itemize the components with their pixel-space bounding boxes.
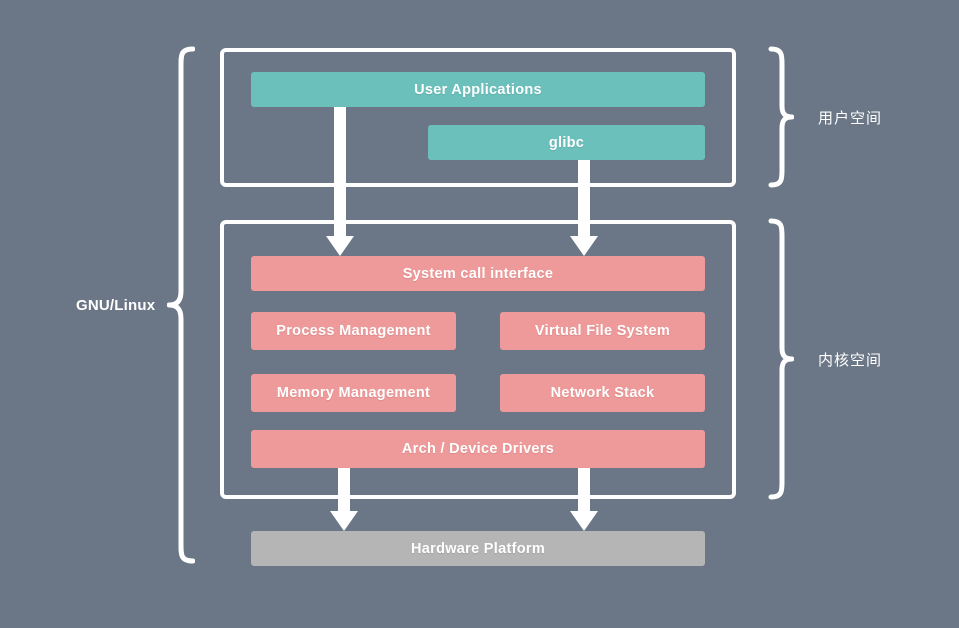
block-system-call-interface[interactable]: System call interface [251, 256, 705, 291]
block-virtual-file-system-label: Virtual File System [534, 323, 671, 339]
block-process-management-label: Process Management [276, 323, 431, 339]
arrow-arch-device-drivers-to-hardware-right [570, 468, 598, 531]
arrow-head [326, 236, 354, 256]
block-glibc-label: glibc [548, 134, 585, 151]
gnulinux-bracket-group: GNU/Linux [76, 45, 196, 565]
block-hardware-platform-label: Hardware Platform [410, 540, 546, 557]
block-system-call-interface-label: System call interface [402, 265, 554, 282]
kernel-space-bracket-label: 内核空间 [818, 352, 883, 369]
block-arch-device-drivers[interactable]: Arch / Device Drivers [251, 430, 705, 468]
kernel-space-bracket-group: 内核空间 [768, 218, 882, 501]
block-hardware-platform[interactable]: Hardware Platform [251, 531, 705, 566]
arrow-glibc-to-system-call-interface [570, 160, 598, 256]
user-space-bracket-label: 用户空间 [818, 109, 883, 127]
block-network-stack[interactable]: Network Stack [500, 374, 705, 412]
diagram-canvas: GNU/Linux User Applications glibc 用户空间 S… [0, 0, 959, 628]
arrow-head [570, 236, 598, 256]
block-glibc[interactable]: glibc [428, 125, 705, 160]
block-virtual-file-system[interactable]: Virtual File System [500, 312, 705, 350]
left-curly-brace-icon [167, 46, 196, 564]
block-network-stack-label: Network Stack [550, 385, 655, 401]
user-space-container [220, 48, 736, 187]
user-space-bracket-group: 用户空间 [768, 46, 882, 188]
arrow-shaft [334, 107, 346, 236]
arrow-arch-device-drivers-to-hardware-left [330, 468, 358, 531]
block-user-applications-label: User Applications [414, 81, 542, 98]
gnulinux-bracket-label: GNU/Linux [76, 296, 156, 314]
arrow-shaft [338, 468, 350, 511]
block-memory-management[interactable]: Memory Management [251, 374, 456, 412]
block-memory-management-label: Memory Management [276, 385, 431, 401]
arrow-user-applications-to-system-call-interface [326, 107, 354, 256]
arrow-shaft [578, 160, 590, 236]
block-process-management[interactable]: Process Management [251, 312, 456, 350]
arrow-head [330, 511, 358, 531]
arrow-head [570, 511, 598, 531]
right-curly-brace-icon [768, 46, 794, 188]
block-user-applications[interactable]: User Applications [251, 72, 705, 107]
arrow-shaft [578, 468, 590, 511]
block-arch-device-drivers-label: Arch / Device Drivers [401, 441, 555, 457]
right-curly-brace-icon [768, 218, 794, 500]
